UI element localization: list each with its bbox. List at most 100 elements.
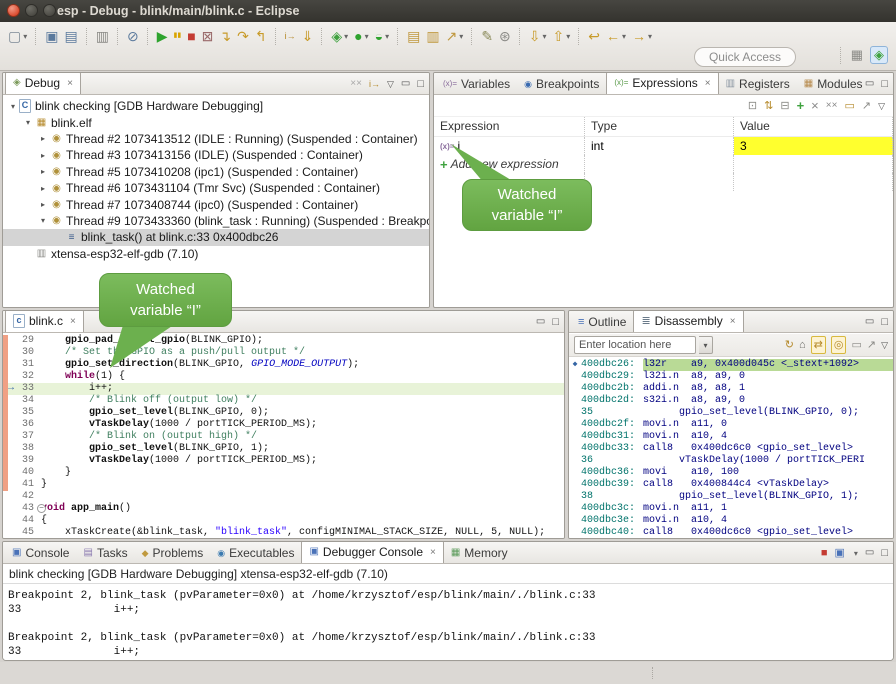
tab-expressions[interactable]: (x)=Expressions× [606,72,718,94]
track-location-icon[interactable]: ◎ [831,336,847,354]
new-wizard-icon[interactable]: ▢ [8,26,21,46]
disconnect-icon[interactable]: ⊠ [202,26,214,46]
tab-breakpoints[interactable]: ◉Breakpoints [517,73,606,94]
tab-problems[interactable]: ◆Problems [135,542,211,563]
close-tab-icon[interactable]: × [67,78,73,89]
forward-icon[interactable]: → [632,26,646,46]
open-element-icon[interactable]: ▤ [407,26,420,46]
previous-annotation-icon[interactable]: ⇧ [553,26,565,46]
view-menu-icon[interactable]: ▽ [878,98,885,114]
debug-tree-item[interactable]: ▸◉Thread #5 1073410208 (ipc1) (Suspended… [3,164,429,180]
remove-all-expressions-icon[interactable]: ×× [826,98,838,114]
debug-tree-item[interactable]: ▾▦blink.elf [3,114,429,130]
tab-debug[interactable]: ◈Debug× [5,72,81,94]
remove-all-terminated-icon[interactable]: ×× [350,76,362,92]
add-expression-row[interactable]: + Add new expression [434,155,893,173]
tab-disassembly[interactable]: ≣Disassembly× [633,310,743,332]
tree-expander-icon[interactable]: ▾ [22,118,34,127]
window-maximize-button[interactable] [43,4,56,17]
console-output[interactable]: Breakpoint 2, blink_task (pvParameter=0x… [3,585,893,660]
location-dropdown-icon[interactable]: ▾ [699,336,713,354]
debug-tree-item[interactable]: ▸◉Thread #2 1073413512 (IDLE : Running) … [3,131,429,147]
back-dropdown-icon[interactable]: ▾ [622,32,626,41]
column-type[interactable]: Type [585,117,734,136]
new-wizard-dropdown-icon[interactable]: ▾ [23,32,27,41]
resume-icon[interactable]: ▶ [157,26,168,46]
sync-selection-icon[interactable]: ⇄ [811,336,826,354]
debug-tree-item[interactable]: ▾◉Thread #9 1073433360 (blink_task : Run… [3,213,429,229]
location-input[interactable]: Enter location here [574,336,696,354]
previous-annotation-dropdown-icon[interactable]: ▾ [566,32,570,41]
debug-tree-item[interactable]: ≡blink_task() at blink.c:33 0x400dbc26 [3,229,429,245]
close-tab-icon[interactable]: × [705,78,711,89]
tree-expander-icon[interactable]: ▸ [37,200,49,209]
minimize-icon[interactable]: ▭ [865,76,874,92]
skip-all-breakpoints-icon[interactable]: ⊘ [127,26,139,46]
debug-tree-item[interactable]: ▸◉Thread #3 1073413156 (IDLE) (Suspended… [3,147,429,163]
fold-marker-icon[interactable]: − [37,504,46,513]
tab-outline[interactable]: ≡Outline [571,311,633,332]
close-tab-icon[interactable]: × [730,316,736,327]
export-expressions-icon[interactable]: ↗ [862,98,871,114]
instruction-stepping-icon[interactable]: i→ [285,26,296,46]
debug-tree-item[interactable]: ▸◉Thread #6 1073431104 (Tmr Svc) (Suspen… [3,180,429,196]
step-over-icon[interactable]: ↷ [237,26,249,46]
debug-perspective-icon[interactable]: ◈ [870,46,888,64]
tab-registers[interactable]: ▥Registers [719,73,797,94]
expression-row[interactable]: (x)= i int 3 [434,137,893,155]
maximize-icon[interactable]: □ [417,76,424,92]
tree-expander-icon[interactable]: ▸ [37,151,49,160]
window-close-button[interactable] [7,4,20,17]
next-annotation-dropdown-icon[interactable]: ▾ [543,32,547,41]
run-dropdown-icon[interactable]: ▾ [365,32,369,41]
tab-debugger-console[interactable]: ▣Debugger Console× [301,541,443,563]
refresh-icon[interactable]: ↻ [785,337,794,353]
debug-tree-item[interactable]: ▥xtensa-esp32-elf-gdb (7.10) [3,246,429,262]
tree-expander-icon[interactable]: ▾ [7,102,19,111]
collapse-all-icon[interactable]: ⊟ [780,98,789,114]
export-icon[interactable]: ↗ [867,337,876,353]
suspend-icon[interactable]: ▮▮ [173,26,181,46]
open-perspective-icon[interactable]: ▦ [851,47,863,63]
quick-access-button[interactable]: Quick Access [694,47,796,67]
show-type-names-icon[interactable]: ⊡ [748,98,757,114]
mark-occurrences-icon[interactable]: ✎ [481,26,493,46]
column-value[interactable]: Value [734,117,893,136]
maximize-icon[interactable]: □ [881,314,888,330]
open-resource-icon[interactable]: ▥ [426,26,439,46]
new-view-icon[interactable]: ▭ [844,98,854,114]
external-tools-dropdown-icon[interactable]: ▾ [385,32,389,41]
terminate-console-icon[interactable]: ■ [821,545,828,561]
terminate-icon[interactable]: ■ [187,26,195,46]
view-menu-icon[interactable]: ▽ [881,337,888,353]
display-selected-console-dropdown-icon[interactable]: ▾ [854,549,858,558]
home-icon[interactable]: ⌂ [799,337,806,353]
save-all-icon[interactable]: ▤ [64,26,77,46]
last-edit-location-icon[interactable]: ↩ [588,26,600,46]
maximize-icon[interactable]: □ [552,314,559,330]
show-logical-structure-icon[interactable]: ⇅ [764,98,773,114]
close-tab-icon[interactable]: × [430,547,436,558]
debug-dropdown-icon[interactable]: ▾ [344,32,348,41]
maximize-icon[interactable]: □ [881,76,888,92]
gears-icon[interactable]: ⊛ [499,26,511,46]
save-icon[interactable]: ▣ [45,26,58,46]
display-selected-console-icon[interactable]: ▣ [834,545,844,561]
debug-tree-item[interactable]: ▾Cblink checking [GDB Hardware Debugging… [3,98,429,114]
tree-expander-icon[interactable]: ▸ [37,134,49,143]
view-menu-icon[interactable]: ▽ [387,76,394,92]
launch-icon[interactable]: ↗ [446,26,458,46]
print-icon[interactable]: ▥ [96,26,109,46]
forward-dropdown-icon[interactable]: ▾ [648,32,652,41]
next-annotation-icon[interactable]: ⇩ [529,26,541,46]
tab-executables[interactable]: ◉Executables [210,542,301,563]
run-icon[interactable]: ● [354,26,362,46]
launch-dropdown-icon[interactable]: ▾ [459,32,463,41]
drop-to-frame-icon[interactable]: ⇓ [302,26,314,46]
minimize-icon[interactable]: ▭ [536,314,545,330]
close-tab-icon[interactable]: × [70,316,76,327]
tree-expander-icon[interactable]: ▸ [37,167,49,176]
minimize-icon[interactable]: ▭ [865,314,874,330]
tab-blink-c[interactable]: cblink.c× [5,310,84,332]
tab-variables[interactable]: (x)=Variables [436,73,517,94]
